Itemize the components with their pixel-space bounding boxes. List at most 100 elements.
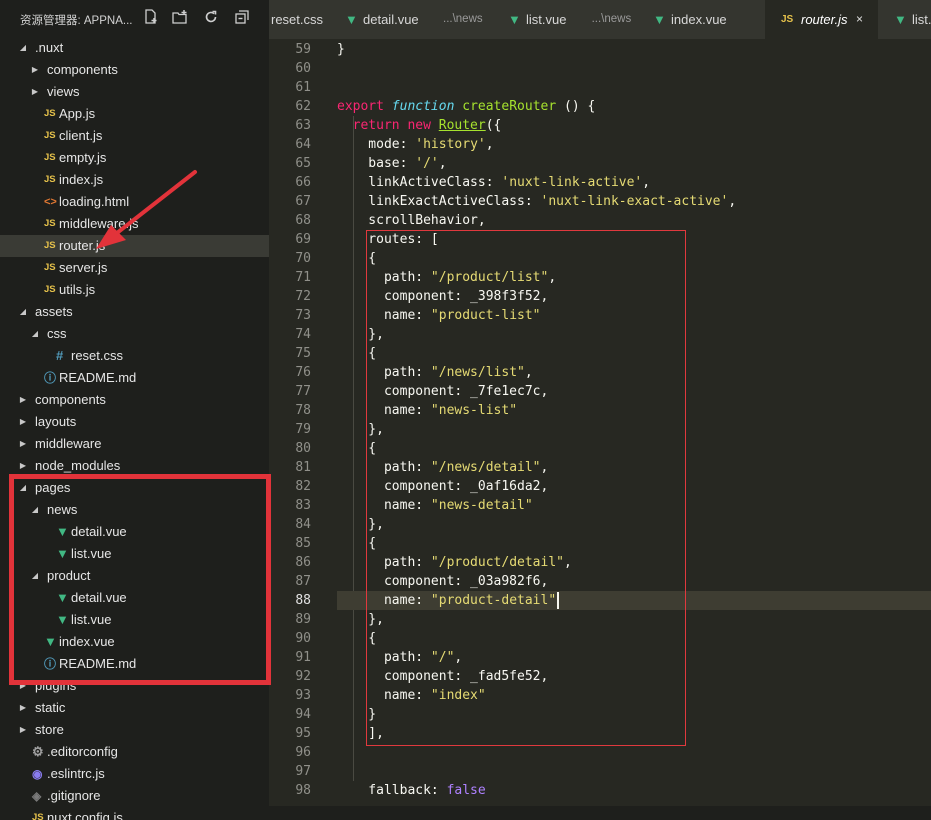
tree-item-static[interactable]: ▶ static	[0, 697, 269, 719]
tree-item-css[interactable]: ◢ css	[0, 323, 269, 345]
panel-strip	[269, 806, 931, 820]
close-icon[interactable]: ×	[856, 0, 863, 39]
chevron-right-icon[interactable]: ▶	[18, 389, 28, 411]
tree-item-middleware[interactable]: ▶ middleware	[0, 433, 269, 455]
tree-item-label: store	[35, 722, 64, 737]
tree-item-readme-md[interactable]: ⓘ README.md	[0, 367, 269, 389]
tree-item-label: empty.js	[59, 150, 107, 165]
code-line[interactable]: fallback: false	[337, 781, 485, 800]
tab-index-vue[interactable]: ▼ index.vue	[637, 0, 766, 39]
line-number: 77	[295, 384, 311, 399]
code-token: function	[391, 99, 463, 114]
code-token: }	[337, 42, 345, 57]
chevron-right-icon[interactable]: ▶	[30, 81, 40, 103]
tree-item-index-js[interactable]: JS index.js	[0, 169, 269, 191]
tab-label: list.	[912, 12, 931, 27]
line-number: 96	[295, 745, 311, 760]
tree-item-editorconfig[interactable]: ⚙ .editorconfig	[0, 741, 269, 763]
tree-item-label: .eslintrc.js	[47, 766, 105, 781]
tree-item-label: App.js	[59, 106, 96, 121]
tree-item-label: router.js	[59, 238, 106, 253]
chevron-right-icon[interactable]: ▶	[30, 59, 40, 81]
tree-item-app-js[interactable]: JS App.js	[0, 103, 269, 125]
code-line[interactable]: return new Router({	[337, 116, 502, 135]
js-file-icon: JS	[44, 240, 56, 251]
line-number: 71	[295, 270, 311, 285]
tree-item-client-js[interactable]: JS client.js	[0, 125, 269, 147]
tree-item-label: index.js	[59, 172, 104, 187]
code-line[interactable]: scrollBehavior,	[337, 211, 485, 230]
line-number: 85	[295, 536, 311, 551]
chevron-right-icon[interactable]: ▶	[18, 697, 28, 719]
tree-item-store[interactable]: ▶ store	[0, 719, 269, 741]
tree-item-components[interactable]: ▶ components	[0, 59, 269, 81]
chevron-right-icon[interactable]: ▶	[18, 433, 28, 455]
pages-highlight-box	[9, 474, 271, 685]
js-file-icon: JS	[44, 262, 56, 273]
code-token: fallback:	[337, 783, 447, 798]
chevron-down-icon[interactable]: ◢	[18, 301, 28, 323]
chevron-right-icon[interactable]: ▶	[18, 411, 28, 433]
code-line[interactable]: }	[337, 40, 345, 59]
line-number: 76	[295, 365, 311, 380]
code-line[interactable]: mode: 'history',	[337, 135, 493, 154]
tree-item-empty-js[interactable]: JS empty.js	[0, 147, 269, 169]
code-token: ,	[642, 175, 651, 190]
line-number: 60	[295, 61, 311, 76]
tree-item-nuxt-config-js[interactable]: JS nuxt.config.js	[0, 807, 269, 820]
tree-item-middleware-js[interactable]: JS middleware.js	[0, 213, 269, 235]
tab-list-vue[interactable]: ▼ list.vue ...\news	[492, 0, 638, 39]
chevron-right-icon[interactable]: ▶	[18, 719, 28, 741]
tree-item-components[interactable]: ▶ components	[0, 389, 269, 411]
line-number: 68	[295, 213, 311, 228]
line-number: 69	[295, 232, 311, 247]
code-line[interactable]: linkExactActiveClass: 'nuxt-link-exact-a…	[337, 192, 736, 211]
line-number: 92	[295, 669, 311, 684]
line-number: 80	[295, 441, 311, 456]
tree-item-label: utils.js	[59, 282, 96, 297]
chevron-down-icon[interactable]: ◢	[30, 323, 40, 345]
line-number: 75	[295, 346, 311, 361]
line-number: 59	[295, 42, 311, 57]
tree-item-loading-html[interactable]: <> loading.html	[0, 191, 269, 213]
code-token: () {	[556, 99, 596, 114]
tree-item-label: README.md	[59, 370, 137, 385]
tab-list[interactable]: ▼ list.	[878, 0, 931, 39]
tree-item-gitignore[interactable]: ◈ .gitignore	[0, 785, 269, 807]
line-number: 91	[295, 650, 311, 665]
tree-item-router-js[interactable]: JS router.js	[0, 235, 269, 257]
code-token: '/'	[415, 156, 439, 171]
tree-item-nuxt[interactable]: ◢ .nuxt	[0, 37, 269, 59]
tree-item-eslintrc-js[interactable]: ◉ .eslintrc.js	[0, 763, 269, 785]
code-token: 'nuxt-link-exact-active'	[540, 194, 729, 209]
tab-bar: reset.css ▼ detail.vue ...\news ▼ list.vue...…	[269, 0, 931, 39]
tree-item-label: css	[47, 326, 67, 341]
tab-router-js[interactable]: JS router.js ×	[765, 0, 879, 39]
new-file-icon[interactable]	[141, 9, 161, 29]
line-number: 78	[295, 403, 311, 418]
code-line[interactable]: linkActiveClass: 'nuxt-link-active',	[337, 173, 650, 192]
js-file-icon: JS	[44, 218, 56, 229]
tree-item-utils-js[interactable]: JS utils.js	[0, 279, 269, 301]
line-number: 62	[295, 99, 311, 114]
line-number: 64	[295, 137, 311, 152]
code-token: linkExactActiveClass:	[337, 194, 541, 209]
collapse-all-icon[interactable]	[232, 9, 252, 29]
line-number: 73	[295, 308, 311, 323]
code-token: export	[337, 99, 392, 114]
tab-reset-css[interactable]: reset.css	[269, 0, 330, 39]
tree-item-layouts[interactable]: ▶ layouts	[0, 411, 269, 433]
tree-item-server-js[interactable]: JS server.js	[0, 257, 269, 279]
code-line[interactable]: export function createRouter () {	[337, 97, 595, 116]
code-line[interactable]: base: '/',	[337, 154, 446, 173]
tree-item-assets[interactable]: ◢ assets	[0, 301, 269, 323]
refresh-icon[interactable]	[201, 9, 221, 29]
tree-item-views[interactable]: ▶ views	[0, 81, 269, 103]
chevron-down-icon[interactable]: ◢	[18, 37, 28, 59]
tab-detail-vue[interactable]: ▼ detail.vue ...\news	[329, 0, 493, 39]
tab-label: list.vue	[526, 12, 567, 27]
tree-item-reset-css[interactable]: # reset.css	[0, 345, 269, 367]
routes-highlight-box	[366, 230, 686, 746]
new-folder-icon[interactable]	[170, 9, 190, 29]
line-number: 84	[295, 517, 311, 532]
